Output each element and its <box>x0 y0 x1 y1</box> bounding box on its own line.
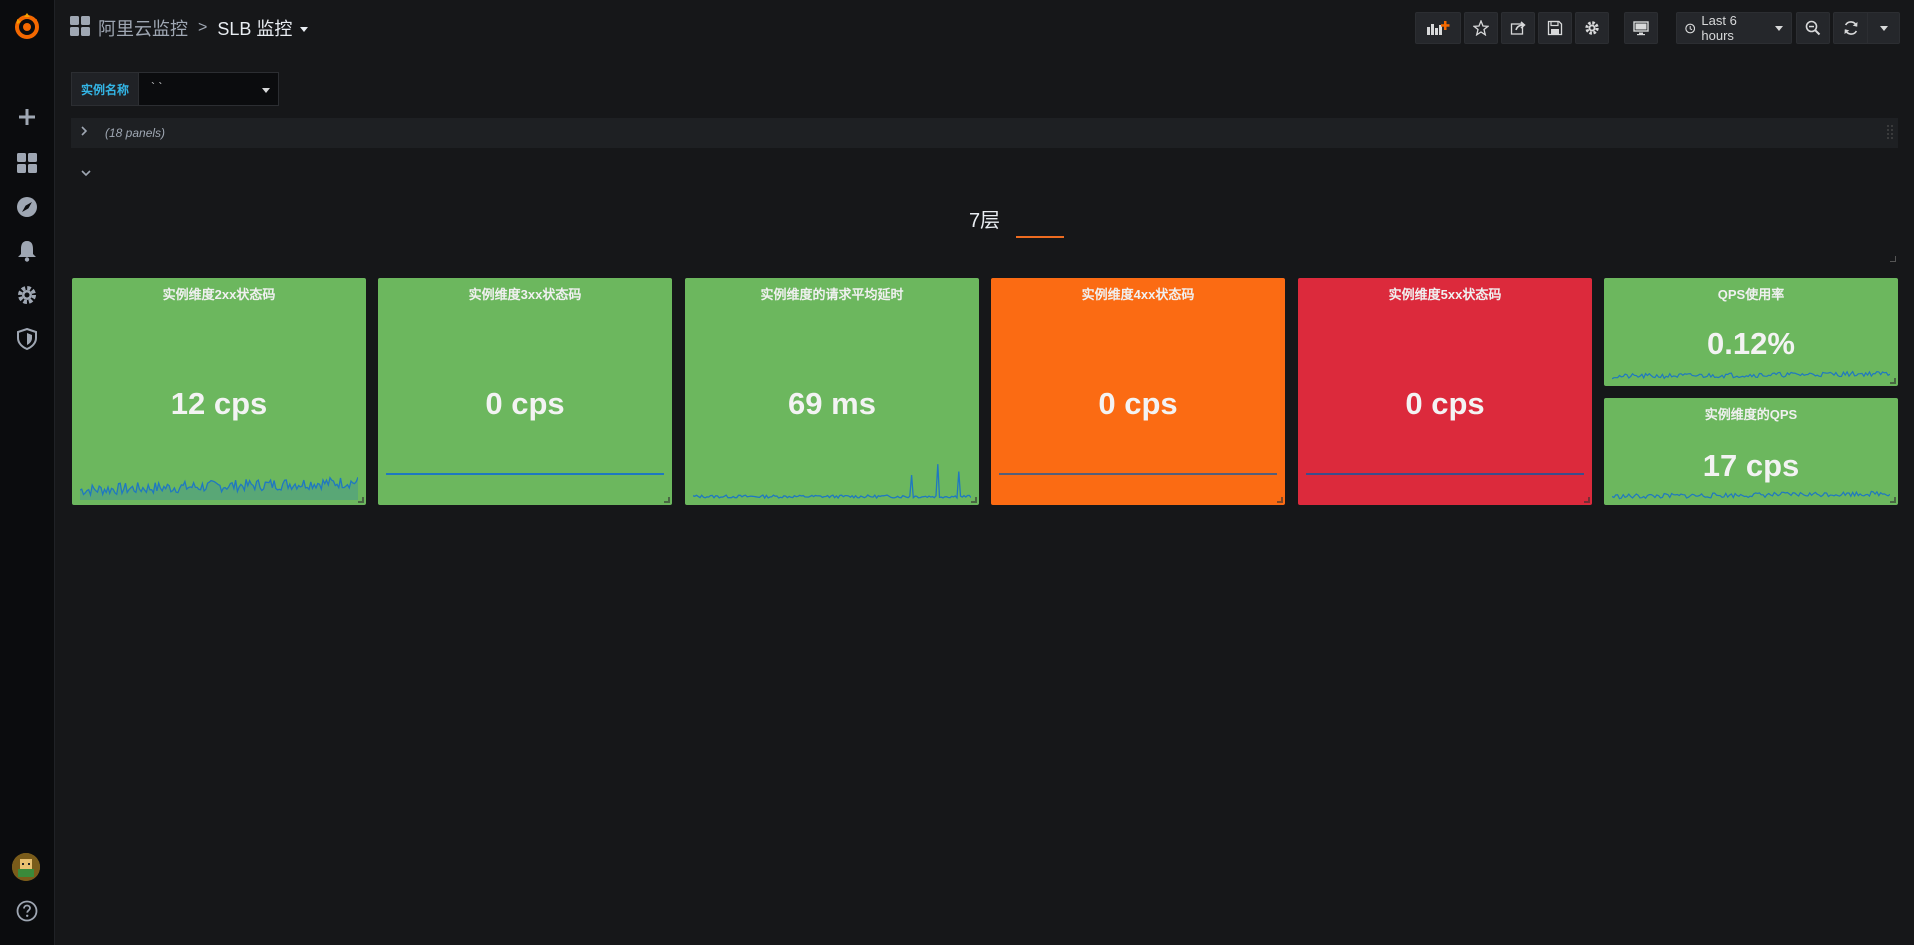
panel-title[interactable]: 实例维度4xx状态码 <box>991 284 1285 303</box>
sparkline <box>1612 370 1890 380</box>
panel-title[interactable]: 实例维度的QPS <box>1604 404 1898 423</box>
clock-icon <box>1685 23 1696 33</box>
panel-resize-handle[interactable] <box>664 497 670 503</box>
time-range-label: Last 6 hours <box>1701 13 1737 43</box>
share-icon <box>1510 21 1526 35</box>
breadcrumb-folder-link[interactable]: 阿里云监控 <box>98 15 188 41</box>
chevron-down-icon <box>262 88 271 93</box>
side-menu <box>0 0 55 945</box>
panel-resize-handle[interactable] <box>358 497 364 503</box>
panel-resize-handle[interactable] <box>971 497 977 503</box>
heading-underline <box>1016 236 1064 238</box>
compass-icon[interactable] <box>11 191 43 223</box>
drag-handle-icon[interactable] <box>1886 123 1894 148</box>
refresh-button-group <box>1833 12 1900 44</box>
chevron-down-icon <box>81 170 91 177</box>
grafana-logo-icon[interactable] <box>11 10 43 42</box>
refresh-button[interactable] <box>1834 13 1868 43</box>
stat-panel-2xx[interactable]: 实例维度2xx状态码 12 cps <box>72 278 366 505</box>
panel-resize-handle[interactable] <box>1584 497 1590 503</box>
stat-panel-qps-usage[interactable]: QPS使用率 0.12% <box>1604 278 1898 386</box>
chevron-down-icon <box>1879 25 1888 31</box>
grid-icon[interactable] <box>11 147 43 179</box>
bell-icon[interactable] <box>11 235 43 267</box>
panel-resize-handle[interactable] <box>1890 378 1896 384</box>
save-icon <box>1547 20 1563 36</box>
template-variable-instance: 实例名称 ` ` <box>71 72 280 106</box>
dashboard-navbar: 阿里云监控 > SLB 监控 Last 6 hours <box>56 0 1914 56</box>
stat-panel-qps[interactable]: 实例维度的QPS 17 cps <box>1604 398 1898 505</box>
monitor-icon <box>1633 21 1649 36</box>
add-panel-button[interactable] <box>1415 12 1461 44</box>
refresh-icon <box>1844 21 1857 35</box>
cycle-view-mode-button[interactable] <box>1624 12 1658 44</box>
sparkline <box>693 464 971 500</box>
question-circle-icon[interactable] <box>11 895 43 927</box>
panel-resize-handle[interactable] <box>1277 497 1283 503</box>
share-dashboard-button[interactable] <box>1501 12 1535 44</box>
variable-value: ` ` <box>151 80 163 94</box>
panel-value: 0 cps <box>485 386 565 421</box>
text-panel-heading: 7层 <box>968 210 1001 232</box>
stat-panel-latency[interactable]: 实例维度的请求平均延时 69 ms <box>685 278 979 505</box>
panel-title[interactable]: 实例维度2xx状态码 <box>72 284 366 303</box>
save-dashboard-button[interactable] <box>1538 12 1572 44</box>
panel-resize-handle[interactable] <box>1890 497 1896 503</box>
shield-icon[interactable] <box>11 323 43 355</box>
user-avatar[interactable] <box>12 853 40 881</box>
sparkline <box>999 473 1277 475</box>
panel-title[interactable]: 实例维度5xx状态码 <box>1298 284 1592 303</box>
panel-value: 0.12% <box>1707 326 1795 361</box>
panel-value: 0 cps <box>1405 386 1485 421</box>
refresh-interval-dropdown[interactable] <box>1868 13 1899 43</box>
panel-value: 17 cps <box>1702 448 1800 483</box>
stat-panel-3xx[interactable]: 实例维度3xx状态码 0 cps <box>378 278 672 505</box>
panel-title[interactable]: QPS使用率 <box>1604 284 1898 303</box>
star-icon <box>1473 20 1489 36</box>
variable-select[interactable]: ` ` <box>139 72 280 106</box>
row-panel-count: (18 panels) <box>105 126 166 140</box>
dashboard-title[interactable]: SLB 监控 <box>217 15 292 41</box>
chevron-right-icon <box>79 124 89 142</box>
stat-panel-5xx[interactable]: 实例维度5xx状态码 0 cps <box>1298 278 1592 505</box>
zoom-out-icon <box>1805 20 1821 36</box>
dashboard-settings-button[interactable] <box>1575 12 1609 44</box>
dashboard-grid-icon <box>70 15 90 41</box>
gear-icon[interactable] <box>11 279 43 311</box>
sparkline <box>1306 473 1584 475</box>
plus-icon[interactable] <box>11 101 43 133</box>
variable-label: 实例名称 <box>71 72 140 106</box>
zoom-out-button[interactable] <box>1796 12 1830 44</box>
breadcrumb-separator: > <box>198 19 208 36</box>
panel-value: 69 ms <box>788 386 876 421</box>
stat-panel-4xx[interactable]: 实例维度4xx状态码 0 cps <box>991 278 1285 505</box>
row-expand-toggle[interactable] <box>76 163 96 183</box>
panel-value: 0 cps <box>1098 386 1178 421</box>
time-picker-button[interactable]: Last 6 hours <box>1676 12 1792 44</box>
gear-icon <box>1585 21 1599 35</box>
breadcrumb: 阿里云监控 > SLB 监控 <box>70 15 309 41</box>
panel-value: 12 cps <box>170 386 268 421</box>
star-dashboard-button[interactable] <box>1464 12 1498 44</box>
sparkline <box>386 473 664 475</box>
panel-resize-handle[interactable] <box>1890 256 1896 262</box>
dashboard-main: 阿里云监控 > SLB 监控 Last 6 hours 实例名称 ` ` (18… <box>56 0 1914 945</box>
panel-title[interactable]: 实例维度3xx状态码 <box>378 284 672 303</box>
collapsed-row[interactable]: (18 panels) <box>71 118 1898 148</box>
chevron-down-icon <box>1775 25 1783 31</box>
sparkline <box>80 476 358 500</box>
add-panel-icon <box>1427 21 1450 35</box>
sparkline <box>1612 490 1890 500</box>
panel-title[interactable]: 实例维度的请求平均延时 <box>685 284 979 303</box>
chevron-down-icon[interactable] <box>300 27 309 32</box>
